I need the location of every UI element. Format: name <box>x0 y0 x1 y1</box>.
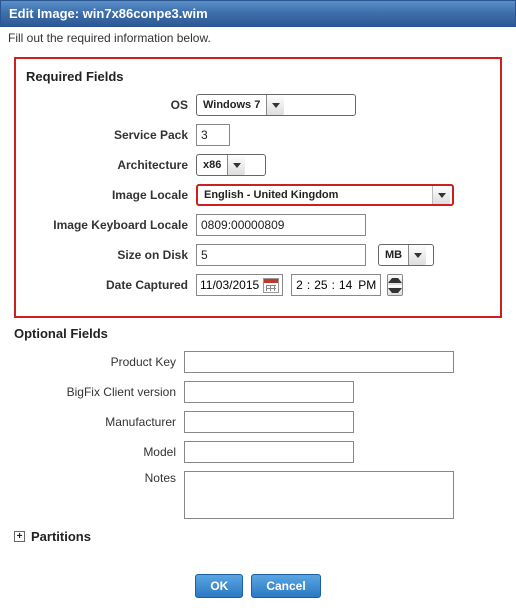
partitions-expander[interactable]: + <box>14 531 25 542</box>
product-key-label: Product Key <box>14 355 184 369</box>
calendar-icon[interactable] <box>263 278 279 293</box>
os-label: OS <box>26 98 196 112</box>
date-captured-time[interactable]: 2 : 25 : 14 PM <box>291 274 381 296</box>
size-unit-dropdown[interactable]: MB <box>378 244 434 266</box>
client-version-input[interactable] <box>184 381 354 403</box>
time-minute: 25 <box>314 278 327 292</box>
instructions-text: Fill out the required information below. <box>0 27 516 49</box>
os-dropdown[interactable]: Windows 7 <box>196 94 356 116</box>
manufacturer-input[interactable] <box>184 411 354 433</box>
spinner-up-icon[interactable] <box>388 275 402 285</box>
service-pack-label: Service Pack <box>26 128 196 142</box>
window-title: Edit Image: win7x86conpe3.wim <box>0 0 516 27</box>
image-locale-dropdown[interactable]: English - United Kingdom <box>196 184 454 206</box>
os-value: Windows 7 <box>203 99 260 111</box>
required-fields-heading: Required Fields <box>26 69 490 84</box>
keyboard-locale-label: Image Keyboard Locale <box>26 218 196 232</box>
service-pack-input[interactable] <box>196 124 230 146</box>
time-second: 14 <box>339 278 352 292</box>
size-on-disk-label: Size on Disk <box>26 248 196 262</box>
time-spinner[interactable] <box>387 274 403 296</box>
notes-textarea[interactable] <box>184 471 454 519</box>
optional-fields-heading: Optional Fields <box>14 326 502 341</box>
product-key-input[interactable] <box>184 351 454 373</box>
time-hour: 2 <box>296 278 303 292</box>
date-value: 11/03/2015 <box>200 278 259 292</box>
model-label: Model <box>14 445 184 459</box>
image-locale-value: English - United Kingdom <box>204 189 426 201</box>
partitions-heading: Partitions <box>31 529 91 544</box>
size-on-disk-input[interactable] <box>196 244 366 266</box>
notes-label: Notes <box>14 471 184 485</box>
time-ampm: PM <box>354 278 376 292</box>
dialog-buttons: OK Cancel <box>14 574 502 604</box>
date-captured-date[interactable]: 11/03/2015 <box>196 274 283 296</box>
architecture-label: Architecture <box>26 158 196 172</box>
date-captured-label: Date Captured <box>26 278 196 292</box>
required-fields-group: Required Fields OS Windows 7 Service Pac… <box>14 57 502 318</box>
keyboard-locale-input[interactable] <box>196 214 366 236</box>
chevron-down-icon[interactable] <box>227 155 245 175</box>
model-input[interactable] <box>184 441 354 463</box>
spinner-down-icon[interactable] <box>388 285 402 295</box>
ok-button[interactable]: OK <box>195 574 243 598</box>
image-locale-label: Image Locale <box>26 188 196 202</box>
time-colon: : <box>330 278 337 292</box>
size-unit-value: MB <box>385 249 402 261</box>
manufacturer-label: Manufacturer <box>14 415 184 429</box>
time-colon: : <box>305 278 312 292</box>
client-version-label: BigFix Client version <box>14 385 184 399</box>
architecture-dropdown[interactable]: x86 <box>196 154 266 176</box>
architecture-value: x86 <box>203 159 221 171</box>
cancel-button[interactable]: Cancel <box>251 574 320 598</box>
chevron-down-icon[interactable] <box>266 95 284 115</box>
chevron-down-icon[interactable] <box>408 245 426 265</box>
chevron-down-icon[interactable] <box>432 186 450 204</box>
